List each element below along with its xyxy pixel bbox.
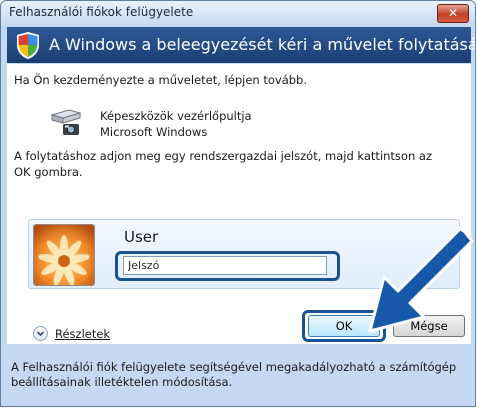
program-name: Képeszközök vezérlőpultja [100,109,252,123]
title-bar: Felhasználói fiókok felügyelete ✕ [1,1,475,25]
intro-text: Ha Ön kezdeményezte a műveletet, lépjen … [14,73,307,87]
chevron-down-icon [36,331,45,337]
instruction-text: A folytatáshoz adjon meg egy rendszergaz… [14,149,432,179]
user-name: User [124,228,159,246]
consent-banner: A Windows a beleegyezését kéri a művelet… [7,27,475,63]
banner-heading: A Windows a beleegyezését kéri a művelet… [49,35,476,54]
password-field[interactable] [123,256,327,275]
user-avatar [33,224,95,286]
program-publisher: Microsoft Windows [100,125,208,139]
window-title: Felhasználói fiókok felügyelete [9,5,194,19]
pointer-arrow-icon [368,227,474,333]
footer-text: A Felhasználói fiók felügyelete segítség… [11,360,457,389]
flower-avatar-icon [34,225,94,285]
scanner-camera-icon [50,109,82,135]
uac-shield-icon [17,32,39,59]
close-button[interactable]: ✕ [437,4,469,23]
uac-dialog: Felhasználói fiókok felügyelete ✕ A Wind… [0,0,476,407]
details-toggle[interactable] [33,326,48,341]
details-link[interactable]: Részletek [55,327,110,341]
